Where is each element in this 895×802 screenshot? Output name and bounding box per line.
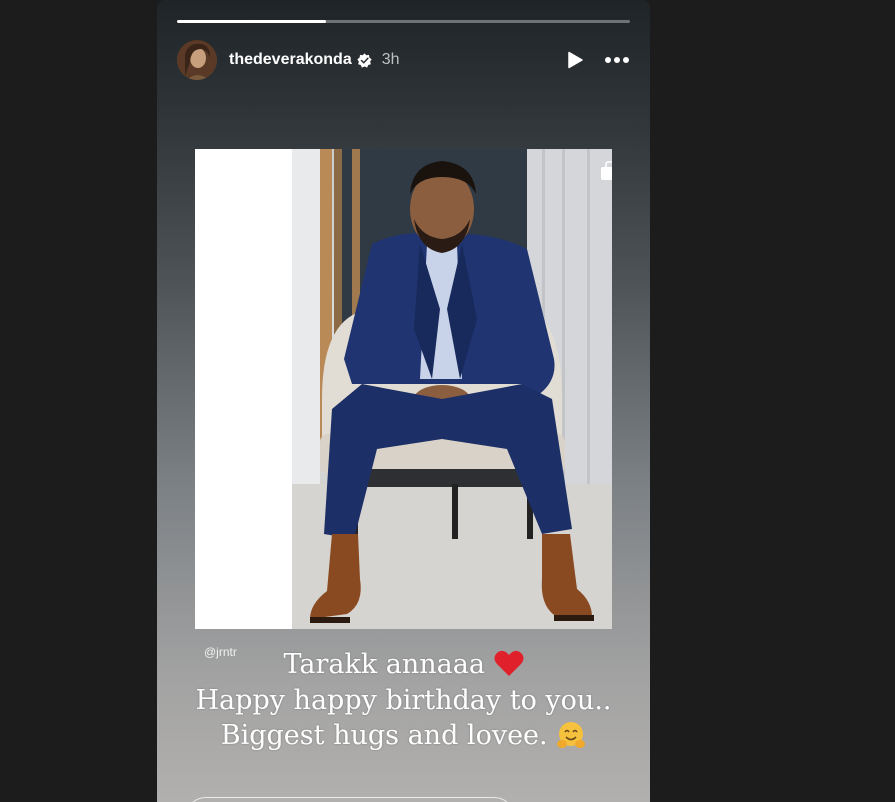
post-time: 3h bbox=[381, 51, 400, 68]
story-viewer: thedeverakonda 3h @jrntr Tarakk annaaa H… bbox=[157, 0, 650, 802]
reply-input[interactable] bbox=[185, 797, 515, 802]
caption-line-2: Happy happy birthday to you.. bbox=[195, 685, 612, 716]
header-actions bbox=[566, 51, 630, 69]
shared-post-image[interactable] bbox=[195, 149, 612, 629]
username[interactable]: thedeverakonda bbox=[229, 51, 352, 69]
caption-line-3: Biggest hugs and lovee. bbox=[157, 720, 650, 751]
more-options-icon[interactable] bbox=[604, 56, 630, 64]
caption-line-1-text: Tarakk annaaa bbox=[283, 649, 485, 680]
play-icon[interactable] bbox=[566, 51, 584, 69]
verified-badge-icon bbox=[357, 52, 372, 68]
caption-line-3-text: Biggest hugs and lovee. bbox=[220, 720, 548, 751]
post-photo bbox=[292, 149, 612, 629]
heart-emoji bbox=[494, 649, 524, 680]
story-progress-bar bbox=[177, 20, 630, 23]
caption-line-1: Tarakk annaaa bbox=[157, 649, 650, 680]
avatar[interactable] bbox=[177, 40, 217, 80]
story-header: thedeverakonda 3h bbox=[177, 40, 630, 80]
hugging-face-emoji bbox=[556, 720, 586, 751]
story-progress-fill bbox=[177, 20, 327, 23]
